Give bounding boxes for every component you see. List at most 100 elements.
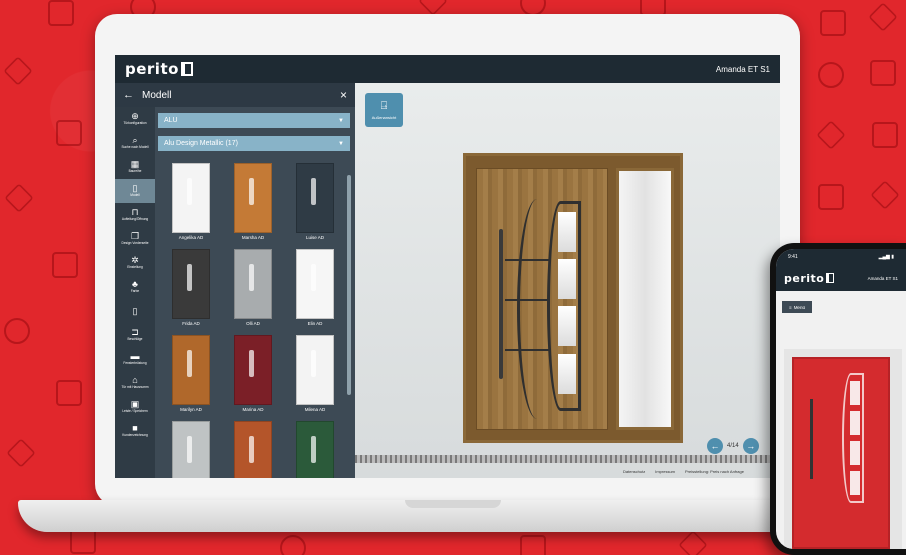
phone-menu-label: Menü xyxy=(793,304,805,310)
model-thumbnail xyxy=(172,163,210,233)
model-tile[interactable]: Angelika AD xyxy=(165,163,217,243)
door-bar xyxy=(505,349,549,351)
door-logo-icon xyxy=(180,62,193,76)
model-tile[interactable]: Marilyn AD xyxy=(165,335,217,415)
rail-item-label: Tür mit Hausnumm xyxy=(121,385,149,389)
phone-door-handle xyxy=(810,399,813,479)
design-select[interactable]: Alu Design Metallic (17) ▼ xyxy=(158,136,350,151)
product-title: Amanda ET S1 xyxy=(715,64,770,74)
rail-item[interactable]: ♣ Farbe xyxy=(115,275,155,299)
model-name: Olli AD xyxy=(246,321,260,326)
rail-item[interactable]: ⊕ Türkonfiguration xyxy=(115,107,155,131)
rail-item[interactable]: ▣ Leiste / Speichern xyxy=(115,395,155,419)
model-tile[interactable]: Milena AD xyxy=(289,335,341,415)
model-tile[interactable]: Frida AD xyxy=(165,249,217,329)
door-logo-icon xyxy=(826,273,835,283)
model-name: Frida AD xyxy=(182,321,200,326)
rail-item[interactable]: ▯ xyxy=(115,299,155,323)
model-tile[interactable] xyxy=(165,421,217,478)
model-thumbnail xyxy=(172,249,210,319)
phone-menu-button[interactable]: ≡ Menü xyxy=(782,301,812,313)
glass-pane xyxy=(850,411,860,435)
rail-item[interactable]: ■ Kundenzeichnung xyxy=(115,419,155,443)
rail-item-label: Modell xyxy=(130,193,140,197)
glass-pane xyxy=(558,354,576,394)
rail-item[interactable]: ▬ Fensterbrüstung xyxy=(115,347,155,371)
model-name: Milena AD xyxy=(304,407,326,412)
door-preview: ⍈ Außenansicht ← 4/14 → Datenschutz Impr… xyxy=(355,83,780,478)
model-tile[interactable]: Marsha AD xyxy=(227,163,279,243)
model-tile[interactable]: Elin AD xyxy=(289,249,341,329)
rail-item-label: Kundenzeichnung xyxy=(122,433,148,437)
material-select[interactable]: ALU ▼ xyxy=(158,113,350,128)
model-thumbnail xyxy=(234,335,272,405)
panel-title: Modell xyxy=(142,89,172,101)
footer-link[interactable]: Impressum xyxy=(655,469,675,474)
model-name: Marilyn AD xyxy=(180,407,202,412)
rail-item-label: Türkonfiguration xyxy=(123,121,147,125)
model-tile[interactable]: Luise AD xyxy=(289,163,341,243)
model-thumbnail xyxy=(296,421,334,478)
door-leaf xyxy=(476,168,608,430)
model-name: Luise AD xyxy=(305,235,324,240)
laptop-notch xyxy=(405,500,501,508)
panel-header: ← Modell × xyxy=(115,83,355,107)
rail-item[interactable]: ✲ Einstellung xyxy=(115,251,155,275)
phone-door-glass xyxy=(842,373,864,503)
model-thumbnail xyxy=(296,163,334,233)
door-sidelight xyxy=(616,168,674,430)
glass-pane xyxy=(850,471,860,495)
rail-item-label: Aufteilung/Öffnung xyxy=(121,217,149,221)
model-thumbnail xyxy=(234,421,272,478)
rail-item-label: Fensterbrüstung xyxy=(123,361,147,365)
configurator-panel: ← Modell × ⊕ Türkonfiguration ⌕ Suche nach … xyxy=(115,83,355,478)
prev-arrow-icon[interactable]: ← xyxy=(707,438,723,454)
rail-item[interactable]: ❐ Design Vorderseite xyxy=(115,227,155,251)
door-exit-icon: ⍈ xyxy=(380,100,388,112)
brand-logo[interactable]: perito xyxy=(125,60,193,78)
phone-time: 9:41 xyxy=(788,254,798,260)
rail-item[interactable]: ⊓ Aufteilung/Öffnung xyxy=(115,203,155,227)
model-tile[interactable]: Marina AD xyxy=(227,335,279,415)
close-icon[interactable]: × xyxy=(340,88,347,102)
category-rail: ⊕ Türkonfiguration ⌕ Suche nach Modell ▦ Baur… xyxy=(115,107,155,478)
model-tile[interactable]: Olli AD xyxy=(227,249,279,329)
phone-screen: 9:41 ▂▄▆ ▮ perito Amanda ET S1 ≡ Menü xyxy=(776,249,906,549)
door-step xyxy=(355,455,780,463)
rail-item[interactable]: ⌂ Tür mit Hausnumm xyxy=(115,371,155,395)
rail-item[interactable]: ⌕ Suche nach Modell xyxy=(115,131,155,155)
model-thumbnail xyxy=(172,335,210,405)
model-name: Angelika AD xyxy=(178,235,204,240)
footer-link[interactable]: Preisstellung: Preis nach Anfrage xyxy=(685,469,744,474)
footer-link[interactable]: Datenschutz xyxy=(623,469,645,474)
rail-item-label: Einstellung xyxy=(127,265,143,269)
search-icon: ⌕ xyxy=(132,135,138,145)
image-icon: ▣ xyxy=(130,399,140,409)
design-select-value: Alu Design Metallic (17) xyxy=(164,140,238,147)
model-scrollbar[interactable] xyxy=(347,175,351,395)
material-select-value: ALU xyxy=(164,117,178,124)
outside-view-button[interactable]: ⍈ Außenansicht xyxy=(365,93,403,127)
caret-down-icon: ▼ xyxy=(338,117,344,124)
pager-count: 4/14 xyxy=(727,443,739,449)
rail-item-label: Farbe xyxy=(130,289,140,293)
lock-icon: ■ xyxy=(132,423,138,433)
door-frame xyxy=(463,153,683,443)
rail-item[interactable]: ▦ Baureihe xyxy=(115,155,155,179)
door-bar xyxy=(505,299,549,301)
model-tile[interactable] xyxy=(289,421,341,478)
model-thumbnail xyxy=(234,163,272,233)
gear-icon: ✲ xyxy=(131,255,139,265)
rail-item[interactable]: ▯ Modell xyxy=(115,179,155,203)
layers-icon: ▦ xyxy=(130,159,140,169)
glass-pane xyxy=(850,381,860,405)
next-arrow-icon[interactable]: → xyxy=(742,438,759,454)
model-tile[interactable] xyxy=(227,421,279,478)
frame-icon: ⊓ xyxy=(131,207,139,217)
phone-brand-logo[interactable]: perito xyxy=(784,272,835,285)
outside-view-label: Außenansicht xyxy=(371,115,397,120)
door-handle xyxy=(499,229,503,379)
arrow-left-icon[interactable]: ← xyxy=(123,89,134,101)
rail-item[interactable]: ⊐ Beschläge xyxy=(115,323,155,347)
glass-pane xyxy=(558,212,576,252)
